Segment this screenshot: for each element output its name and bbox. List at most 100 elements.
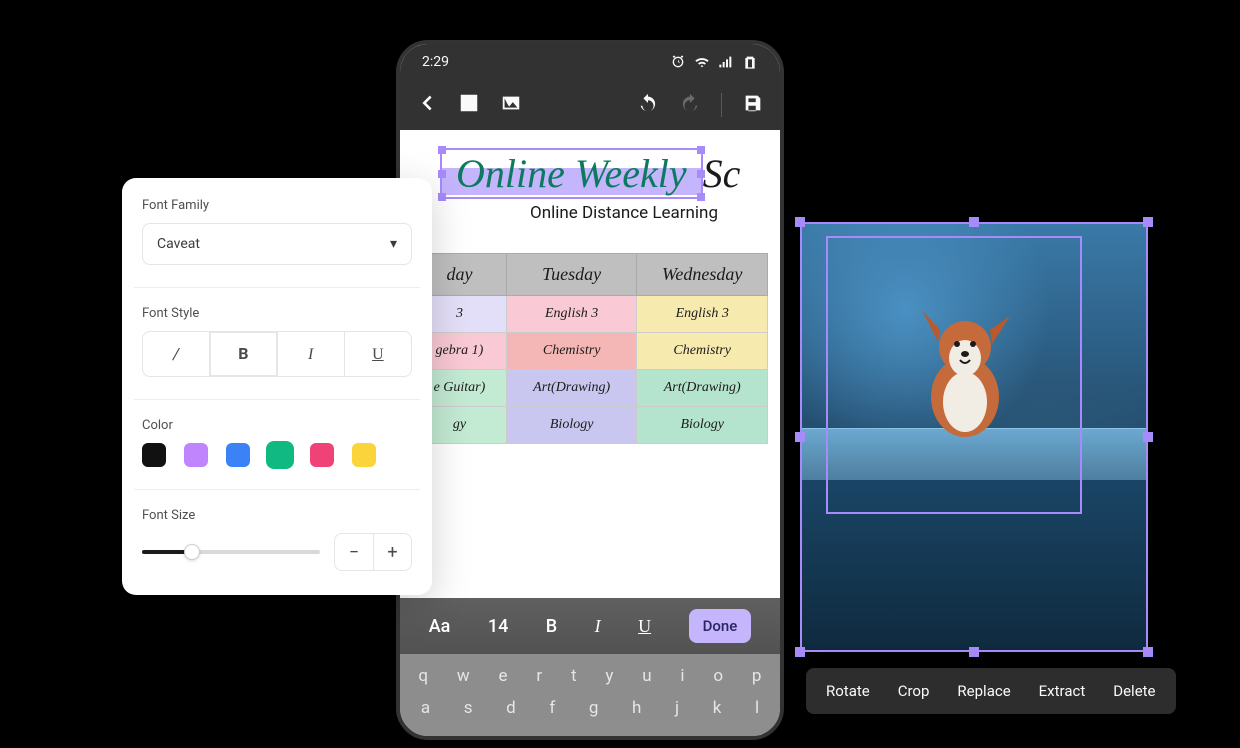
color-swatch[interactable] bbox=[352, 443, 376, 467]
cell: Art(Drawing) bbox=[506, 370, 637, 407]
color-swatch[interactable] bbox=[142, 443, 166, 467]
font-properties-panel: Font Family Caveat ▾ Font Style / B I U … bbox=[122, 178, 432, 595]
image-context-menu: Rotate Crop Replace Extract Delete bbox=[806, 668, 1176, 714]
done-button[interactable]: Done bbox=[689, 609, 752, 643]
save-button[interactable] bbox=[742, 92, 764, 118]
font-size-stepper: − + bbox=[334, 533, 412, 571]
crop-handle[interactable] bbox=[969, 217, 979, 227]
key[interactable]: y bbox=[601, 660, 617, 692]
status-bar: 2:29 bbox=[400, 44, 780, 80]
replace-button[interactable]: Replace bbox=[957, 682, 1010, 700]
cell: Biology bbox=[637, 407, 768, 444]
font-family-value: Caveat bbox=[157, 236, 200, 252]
cell: English 3 bbox=[637, 296, 768, 333]
status-icons bbox=[670, 54, 758, 70]
cell: Art(Drawing) bbox=[637, 370, 768, 407]
font-style-label: Font Style bbox=[142, 306, 412, 321]
crop-rectangle[interactable] bbox=[826, 236, 1082, 514]
text-tool-button[interactable] bbox=[458, 92, 480, 118]
color-swatch-selected[interactable] bbox=[268, 443, 292, 467]
key[interactable]: q bbox=[414, 660, 432, 692]
redo-button[interactable] bbox=[679, 92, 701, 118]
status-time: 2:29 bbox=[422, 54, 449, 70]
title-rest-text: Sc bbox=[703, 150, 741, 197]
crop-button[interactable]: Crop bbox=[898, 682, 930, 700]
key[interactable]: i bbox=[676, 660, 688, 692]
image-tool-button[interactable] bbox=[500, 92, 522, 118]
chevron-down-icon: ▾ bbox=[390, 236, 397, 252]
cell: Biology bbox=[506, 407, 637, 444]
bold-button[interactable]: B bbox=[546, 616, 557, 637]
crop-handle[interactable] bbox=[795, 647, 805, 657]
color-swatch[interactable] bbox=[310, 443, 334, 467]
signal-icon bbox=[718, 54, 734, 70]
key[interactable]: l bbox=[751, 692, 763, 724]
style-bold-button[interactable]: B bbox=[209, 332, 276, 376]
key[interactable]: o bbox=[709, 660, 727, 692]
key[interactable]: s bbox=[460, 692, 477, 724]
style-underline-button[interactable]: U bbox=[344, 332, 411, 376]
key[interactable]: p bbox=[748, 660, 766, 692]
key[interactable]: t bbox=[567, 660, 581, 692]
phone-mockup: 2:29 Online Weekly Sc Online Distance Le… bbox=[396, 40, 784, 740]
divider bbox=[134, 287, 420, 288]
back-button[interactable] bbox=[416, 92, 438, 118]
key[interactable]: a bbox=[417, 692, 434, 724]
toolbar-divider bbox=[721, 93, 722, 117]
subtitle-text: Online Distance Learning bbox=[530, 203, 768, 223]
style-italic-button[interactable]: I bbox=[277, 332, 344, 376]
font-style-group: / B I U bbox=[142, 331, 412, 377]
key[interactable]: u bbox=[638, 660, 655, 692]
font-size-label: Font Size bbox=[142, 508, 412, 523]
delete-button[interactable]: Delete bbox=[1113, 682, 1155, 700]
font-family-select[interactable]: Caveat ▾ bbox=[142, 223, 412, 265]
cell: English 3 bbox=[506, 296, 637, 333]
font-button[interactable]: Aa bbox=[429, 616, 451, 637]
crop-handle[interactable] bbox=[1143, 647, 1153, 657]
wifi-icon bbox=[694, 54, 710, 70]
col-header: Tuesday bbox=[506, 254, 637, 296]
image-crop-frame[interactable] bbox=[800, 222, 1148, 652]
font-size-slider[interactable] bbox=[142, 550, 320, 554]
cell: Chemistry bbox=[637, 333, 768, 370]
cell: Chemistry bbox=[506, 333, 637, 370]
key[interactable]: w bbox=[453, 660, 474, 692]
document-canvas[interactable]: Online Weekly Sc Online Distance Learnin… bbox=[400, 130, 780, 448]
color-swatch[interactable] bbox=[184, 443, 208, 467]
battery-icon bbox=[742, 54, 758, 70]
soft-keyboard[interactable]: q w e r t y u i o p a s d f g h j k l bbox=[400, 654, 780, 736]
color-label: Color bbox=[142, 418, 412, 433]
crop-handle[interactable] bbox=[795, 217, 805, 227]
font-size-value[interactable]: 14 bbox=[488, 616, 508, 637]
style-none-button[interactable]: / bbox=[143, 332, 209, 376]
key[interactable]: h bbox=[628, 692, 645, 724]
key[interactable]: e bbox=[495, 660, 512, 692]
alarm-icon bbox=[670, 54, 686, 70]
undo-button[interactable] bbox=[637, 92, 659, 118]
text-selection-box[interactable]: Online Weekly bbox=[440, 148, 703, 199]
key[interactable]: k bbox=[709, 692, 726, 724]
crop-handle[interactable] bbox=[795, 432, 805, 442]
schedule-table: day Tuesday Wednesday 3 English 3 Englis… bbox=[412, 253, 768, 444]
title-selected-text: Online Weekly bbox=[456, 151, 687, 196]
text-edit-toolbar: Aa 14 B I U Done bbox=[400, 598, 780, 654]
key[interactable]: r bbox=[532, 660, 546, 692]
underline-button[interactable]: U bbox=[638, 616, 651, 637]
increase-button[interactable]: + bbox=[373, 534, 411, 570]
key[interactable]: g bbox=[585, 692, 603, 724]
decrease-button[interactable]: − bbox=[335, 534, 373, 570]
rotate-button[interactable]: Rotate bbox=[826, 682, 870, 700]
key[interactable]: f bbox=[545, 692, 559, 724]
app-toolbar bbox=[400, 80, 780, 130]
crop-handle[interactable] bbox=[969, 647, 979, 657]
extract-button[interactable]: Extract bbox=[1039, 682, 1086, 700]
key[interactable]: d bbox=[502, 692, 520, 724]
key[interactable]: j bbox=[671, 692, 683, 724]
crop-handle[interactable] bbox=[1143, 432, 1153, 442]
divider bbox=[134, 489, 420, 490]
divider bbox=[134, 399, 420, 400]
italic-button[interactable]: I bbox=[595, 616, 601, 637]
crop-handle[interactable] bbox=[1143, 217, 1153, 227]
color-swatch[interactable] bbox=[226, 443, 250, 467]
font-family-label: Font Family bbox=[142, 198, 412, 213]
